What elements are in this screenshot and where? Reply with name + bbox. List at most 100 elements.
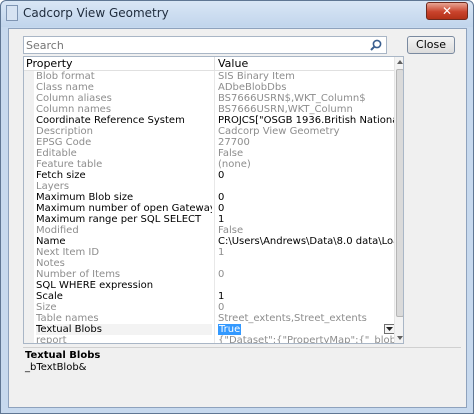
property-row[interactable]: Table names Street_extents,Street_extents — [24, 313, 394, 324]
property-value: Street_extents,Street_extents — [218, 313, 367, 324]
property-row[interactable]: Feature table (none) — [24, 159, 394, 170]
property-row[interactable]: Editable False — [24, 148, 394, 159]
property-name: Textual Blobs — [36, 324, 212, 335]
property-value[interactable]: C:\Users\Andrews\Data\8.0 data\Load WKT … — [218, 236, 394, 247]
property-row[interactable]: Class name ADbeBlobDbs — [24, 82, 394, 93]
property-value: 1 — [218, 247, 225, 258]
row-gutter — [24, 159, 34, 170]
property-column-header[interactable]: Property — [26, 57, 73, 70]
row-divider — [214, 214, 215, 225]
value-column-header[interactable]: Value — [218, 57, 248, 70]
row-gutter — [24, 291, 34, 302]
property-row[interactable]: Notes — [24, 258, 394, 269]
row-divider — [214, 159, 215, 170]
property-row[interactable]: Coordinate Reference System PROJCS["OSGB … — [24, 115, 394, 126]
property-row[interactable]: SQL WHERE expression — [24, 280, 394, 291]
property-value: BS7666USRN,WKT_Column — [218, 104, 353, 115]
property-name: EPSG Code — [36, 137, 92, 148]
scrollbar-thumb[interactable] — [396, 69, 403, 317]
close-button[interactable]: Close — [407, 36, 455, 54]
row-divider — [214, 115, 215, 126]
property-row[interactable]: Next Item ID 1 — [24, 247, 394, 258]
search-box[interactable] — [23, 36, 387, 54]
property-row[interactable]: report {"Dataset":{"PropertyMap":{"_blobF… — [24, 335, 394, 343]
property-row[interactable]: Modified False — [24, 225, 394, 236]
description-text: _bTextBlob& — [25, 362, 87, 373]
property-value: 27700 — [218, 137, 250, 148]
scroll-down-icon[interactable] — [397, 336, 403, 340]
row-divider — [214, 324, 215, 335]
row-divider — [214, 258, 215, 269]
row-divider — [214, 126, 215, 137]
property-row[interactable]: Number of Items 0 — [24, 269, 394, 280]
title-bar[interactable]: Cadcorp View Geometry ✕ — [1, 1, 473, 27]
property-value: 0 — [218, 302, 225, 313]
row-gutter — [24, 269, 34, 280]
property-name: Layers — [36, 181, 70, 192]
property-value[interactable]: 1 — [218, 214, 394, 225]
property-value[interactable]: 0 — [218, 192, 394, 203]
row-divider — [214, 247, 215, 258]
property-name: Column names — [36, 104, 112, 115]
property-row[interactable]: Column names BS7666USRN,WKT_Column — [24, 104, 394, 115]
row-gutter — [24, 214, 34, 225]
property-value[interactable]: 1 — [218, 291, 394, 302]
row-gutter — [24, 137, 34, 148]
row-gutter — [24, 225, 34, 236]
property-name: SQL WHERE expression — [36, 280, 154, 291]
row-gutter — [24, 313, 34, 324]
row-divider — [214, 225, 215, 236]
property-name: Maximum number of open Gateways — [36, 203, 212, 214]
row-gutter — [24, 280, 34, 291]
property-row[interactable]: Scale 1 — [24, 291, 394, 302]
property-value[interactable]: 0 — [218, 203, 394, 214]
row-gutter — [24, 258, 34, 269]
property-name: Class name — [36, 82, 94, 93]
description-title: Textual Blobs — [25, 350, 101, 361]
property-name: Name — [36, 236, 66, 247]
property-row[interactable]: Blob format SIS Binary Item — [24, 71, 394, 82]
row-gutter — [24, 148, 34, 159]
row-gutter — [24, 71, 34, 82]
scroll-up-icon[interactable] — [397, 60, 403, 64]
row-divider — [214, 269, 215, 280]
row-divider — [214, 302, 215, 313]
property-row[interactable]: Maximum number of open Gateways 0 — [24, 203, 394, 214]
property-name: Maximum range per SQL SELECT — [36, 214, 202, 225]
property-name: Column aliases — [36, 93, 112, 104]
property-value[interactable]: 0 — [218, 170, 394, 181]
property-name: Coordinate Reference System — [36, 115, 185, 126]
property-row[interactable]: Layers — [24, 181, 394, 192]
property-value: False — [218, 148, 244, 159]
property-name: Notes — [36, 258, 65, 269]
property-row[interactable]: Maximum Blob size 0 — [24, 192, 394, 203]
property-row[interactable]: Textual Blobs True — [24, 324, 395, 335]
property-name: Table names — [36, 313, 99, 324]
property-value: (none) — [218, 159, 251, 170]
description-panel: Textual Blobs _bTextBlob& — [23, 347, 461, 403]
property-name: Modified — [36, 225, 79, 236]
property-row[interactable]: Size 0 — [24, 302, 394, 313]
vertical-scrollbar[interactable] — [394, 57, 403, 343]
search-icon[interactable] — [369, 38, 383, 52]
property-name: Number of Items — [36, 269, 121, 280]
column-separator[interactable] — [214, 57, 215, 71]
property-row[interactable]: Column aliases BS7666USRN$,WKT_Column$ — [24, 93, 394, 104]
property-value[interactable]: True — [218, 324, 394, 335]
row-gutter — [24, 104, 34, 115]
property-name: Editable — [36, 148, 77, 159]
selected-value[interactable]: True — [218, 324, 242, 335]
property-row[interactable]: Name C:\Users\Andrews\Data\8.0 data\Load … — [24, 236, 394, 247]
search-input[interactable] — [26, 38, 366, 52]
row-divider — [214, 313, 215, 324]
property-row[interactable]: Maximum range per SQL SELECT 1 — [24, 214, 394, 225]
property-name: Feature table — [36, 159, 103, 170]
app-icon — [6, 5, 18, 21]
property-value[interactable]: PROJCS["OSGB 1936.British National Grid"… — [218, 115, 394, 126]
property-value: BS7666USRN$,WKT_Column$ — [218, 93, 366, 104]
property-row[interactable]: EPSG Code 27700 — [24, 137, 394, 148]
property-row[interactable]: Description Cadcorp View Geometry — [24, 126, 394, 137]
window-close-button[interactable]: ✕ — [426, 2, 468, 20]
property-row[interactable]: Fetch size 0 — [24, 170, 394, 181]
row-divider — [214, 192, 215, 203]
